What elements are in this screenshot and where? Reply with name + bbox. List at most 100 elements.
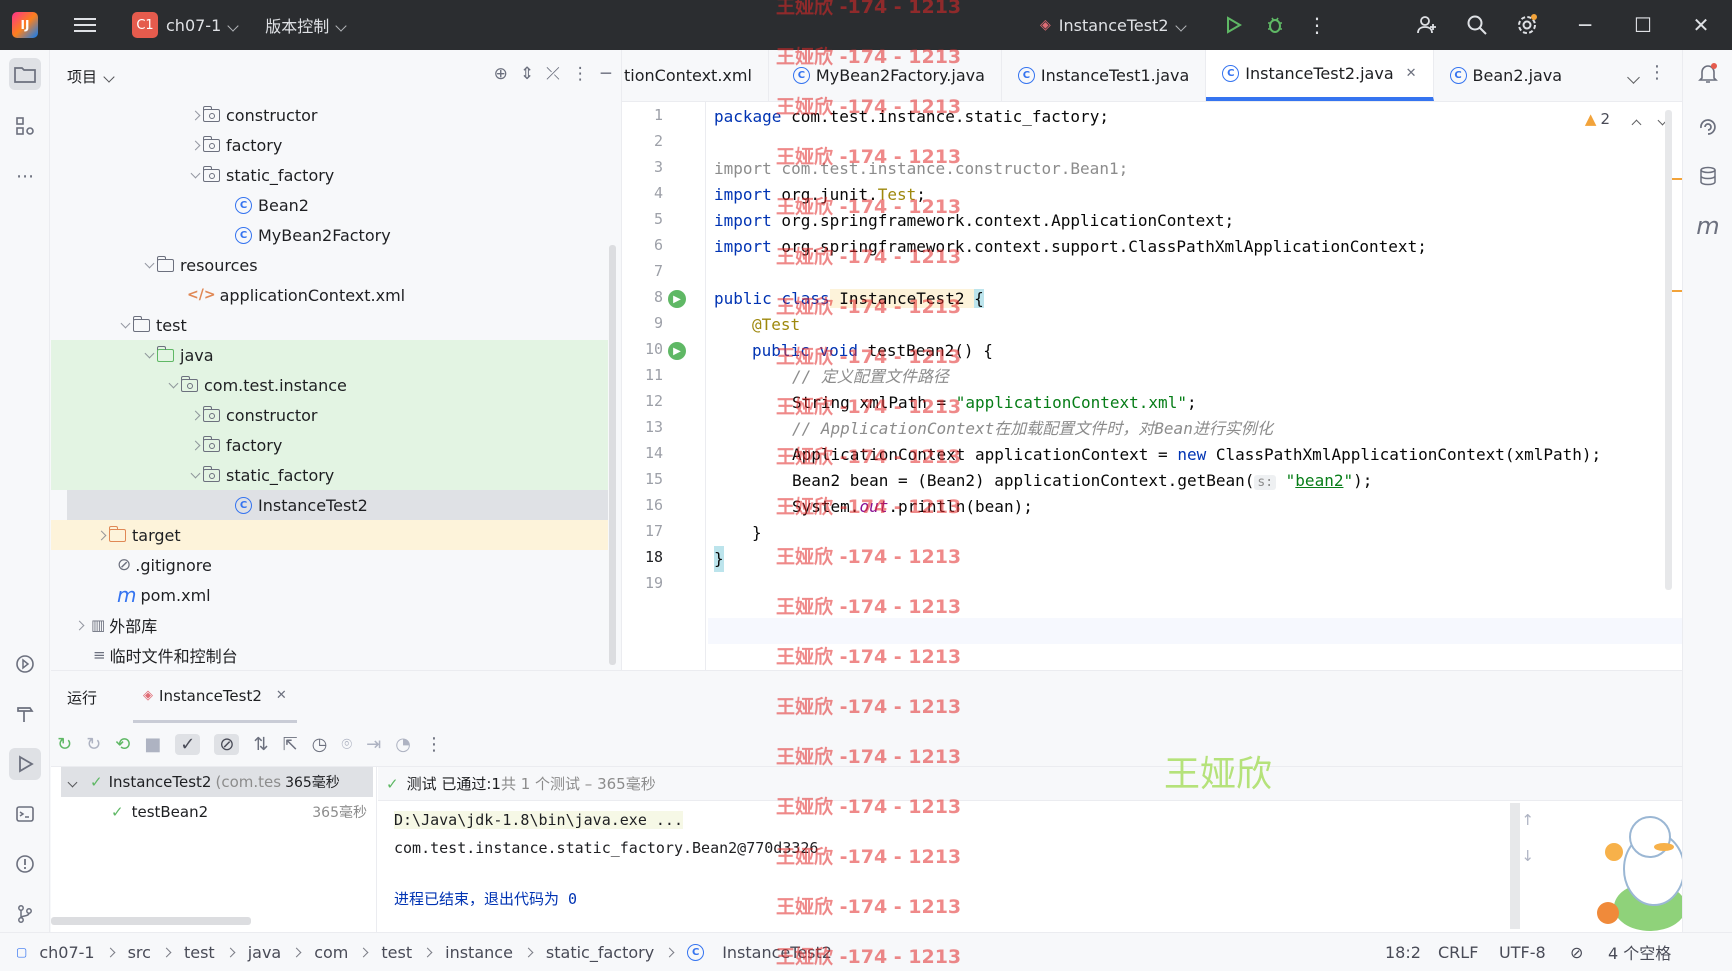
test-suite-row[interactable]: ✓ InstanceTest2 (com.tes 365毫秒 — [61, 767, 373, 797]
chevron-right-icon[interactable] — [190, 110, 200, 120]
project-switcher[interactable]: ch07-1 — [158, 0, 245, 50]
chevron-down-icon[interactable] — [144, 348, 154, 358]
scroll-down-icon[interactable]: ↓ — [1521, 847, 1534, 865]
more-actions-icon[interactable]: ⋮ — [1304, 12, 1330, 38]
notifications-bell-icon[interactable] — [1692, 58, 1724, 90]
breadcrumb-item[interactable]: C InstanceTest2 — [687, 943, 832, 962]
run-test-gutter-icon[interactable]: ▶ — [668, 290, 686, 308]
git-branch-icon[interactable] — [9, 898, 41, 930]
tree-node-test-static-factory[interactable]: static_factory — [51, 460, 608, 490]
tree-node-pom-xml[interactable]: m pom.xml — [51, 580, 608, 610]
chevron-right-icon[interactable] — [96, 530, 106, 540]
tests-scrollbar[interactable] — [51, 917, 251, 925]
inspection-widget[interactable]: ▲ 2 — [1585, 110, 1610, 128]
options-icon[interactable]: ⋮ — [572, 64, 589, 84]
chevron-down-icon[interactable] — [120, 318, 130, 328]
maximize-window-icon[interactable]: ☐ — [1630, 12, 1656, 38]
tree-node-java[interactable]: java — [51, 340, 608, 370]
tab-instancetest2[interactable]: C InstanceTest2.java ✕ — [1206, 50, 1434, 101]
more-options-icon[interactable]: ⋮ — [425, 734, 443, 755]
file-encoding[interactable]: UTF-8 — [1499, 943, 1546, 962]
export-icon[interactable]: ⇥ — [366, 734, 381, 755]
chevron-down-icon[interactable] — [103, 71, 115, 83]
run-tab-instancetest2[interactable]: ◈ InstanceTest2 ✕ — [133, 671, 297, 723]
tree-node-resources[interactable]: resources — [51, 250, 608, 280]
tree-node-mybean2factory[interactable]: C MyBean2Factory — [51, 220, 608, 250]
import-tests-icon[interactable]: ⇱ — [283, 734, 298, 755]
tree-node-test[interactable]: test — [51, 310, 608, 340]
caret-position[interactable]: 18:2 — [1385, 943, 1421, 962]
chevron-right-icon[interactable] — [190, 440, 200, 450]
close-tab-icon[interactable]: ✕ — [1406, 66, 1417, 81]
coverage-icon[interactable]: ◔ — [395, 734, 411, 755]
project-panel-title[interactable]: 项目 — [67, 66, 97, 87]
ai-assistant-icon[interactable] — [1692, 110, 1724, 142]
add-user-icon[interactable] — [1414, 12, 1440, 38]
close-tab-icon[interactable]: ✕ — [276, 688, 287, 703]
tree-node-external-libraries[interactable]: ▥ 外部库 — [51, 610, 608, 640]
test-case-row[interactable]: ✓ testBean2 365毫秒 — [61, 797, 373, 827]
run-icon[interactable] — [1220, 12, 1246, 38]
run-config-selector[interactable]: ◈ InstanceTest2 — [1040, 0, 1193, 50]
structure-icon[interactable] — [9, 110, 41, 142]
breadcrumb-item[interactable]: test — [381, 943, 412, 962]
screenshot-icon[interactable]: ⌾ — [341, 734, 352, 755]
minimize-window-icon[interactable]: ─ — [1572, 12, 1598, 38]
tab-options-icon[interactable]: ⋮ — [1648, 62, 1666, 83]
build-hammer-icon[interactable] — [9, 698, 41, 730]
breadcrumb-item[interactable]: instance — [445, 943, 513, 962]
problems-icon[interactable] — [9, 848, 41, 880]
show-passed-icon[interactable]: ✓ — [175, 734, 201, 755]
tree-node-scratches[interactable]: ≡ 临时文件和控制台 — [51, 640, 608, 670]
tree-node-target[interactable]: target — [51, 520, 608, 550]
chevron-right-icon[interactable] — [74, 620, 84, 630]
sort-icon[interactable]: ⇅ — [253, 734, 268, 755]
tree-node-test-constructor[interactable]: constructor — [51, 400, 608, 430]
scroll-up-icon[interactable]: ↑ — [1521, 811, 1534, 829]
chevron-down-icon[interactable] — [144, 258, 154, 268]
chevron-down-icon[interactable] — [168, 378, 178, 388]
show-ignored-icon[interactable]: ⊘ — [214, 734, 240, 755]
tab-instancetest1[interactable]: C InstanceTest1.java — [1002, 50, 1207, 101]
collapse-all-icon[interactable]: ⤫ — [546, 64, 560, 84]
chevron-right-icon[interactable] — [190, 410, 200, 420]
tree-node-static-factory[interactable]: static_factory — [51, 160, 608, 190]
breadcrumb-item[interactable]: static_factory — [546, 943, 654, 962]
console-scrollbar[interactable] — [1510, 803, 1520, 929]
settings-gear-icon[interactable] — [1514, 12, 1540, 38]
chevron-down-icon[interactable] — [67, 777, 78, 787]
tree-node-bean2[interactable]: C Bean2 — [51, 190, 608, 220]
main-menu-icon[interactable] — [74, 14, 96, 36]
tree-node-instancetest2-selected[interactable]: C InstanceTest2 — [67, 490, 608, 520]
breadcrumb-item[interactable]: com — [314, 943, 348, 962]
test-history-icon[interactable]: ◷ — [312, 734, 328, 755]
chevron-down-icon[interactable] — [190, 168, 200, 178]
debug-icon[interactable] — [1262, 12, 1288, 38]
locate-file-icon[interactable]: ⊕ — [494, 64, 508, 84]
tree-node-application-context-xml[interactable]: </> applicationContext.xml — [51, 280, 608, 310]
tab-list-chevron-icon[interactable] — [1627, 68, 1640, 86]
toggle-auto-test-icon[interactable]: ⟲ — [115, 734, 130, 755]
chevron-down-icon[interactable] — [190, 468, 200, 478]
project-tool-folder-icon[interactable] — [9, 58, 41, 90]
tree-node-test-factory[interactable]: factory — [51, 430, 608, 460]
more-tools-icon[interactable]: ⋯ — [9, 160, 41, 192]
chevron-right-icon[interactable] — [190, 140, 200, 150]
breadcrumb-item[interactable]: src — [128, 943, 151, 962]
database-icon[interactable] — [1692, 160, 1724, 192]
breadcrumb-item[interactable]: java — [248, 943, 282, 962]
rerun-icon[interactable]: ↻ — [57, 734, 72, 755]
stop-icon[interactable]: ■ — [144, 734, 161, 755]
run-tool-icon[interactable] — [9, 748, 41, 780]
line-separator[interactable]: CRLF — [1438, 943, 1478, 962]
hide-panel-icon[interactable]: ─ — [601, 64, 611, 84]
search-icon[interactable] — [1464, 12, 1490, 38]
indent-setting[interactable]: 4 个空格 — [1608, 940, 1671, 964]
tree-node-factory[interactable]: factory — [51, 130, 608, 160]
tab-mybean2factory[interactable]: C MyBean2Factory.java — [769, 50, 1002, 101]
rerun-failed-icon[interactable]: ↻ — [86, 734, 101, 755]
breadcrumb-item[interactable]: ▢ ch07-1 — [16, 943, 95, 962]
close-window-icon[interactable]: ✕ — [1688, 12, 1714, 38]
tree-node-constructor[interactable]: constructor — [51, 100, 608, 130]
services-icon[interactable] — [9, 648, 41, 680]
